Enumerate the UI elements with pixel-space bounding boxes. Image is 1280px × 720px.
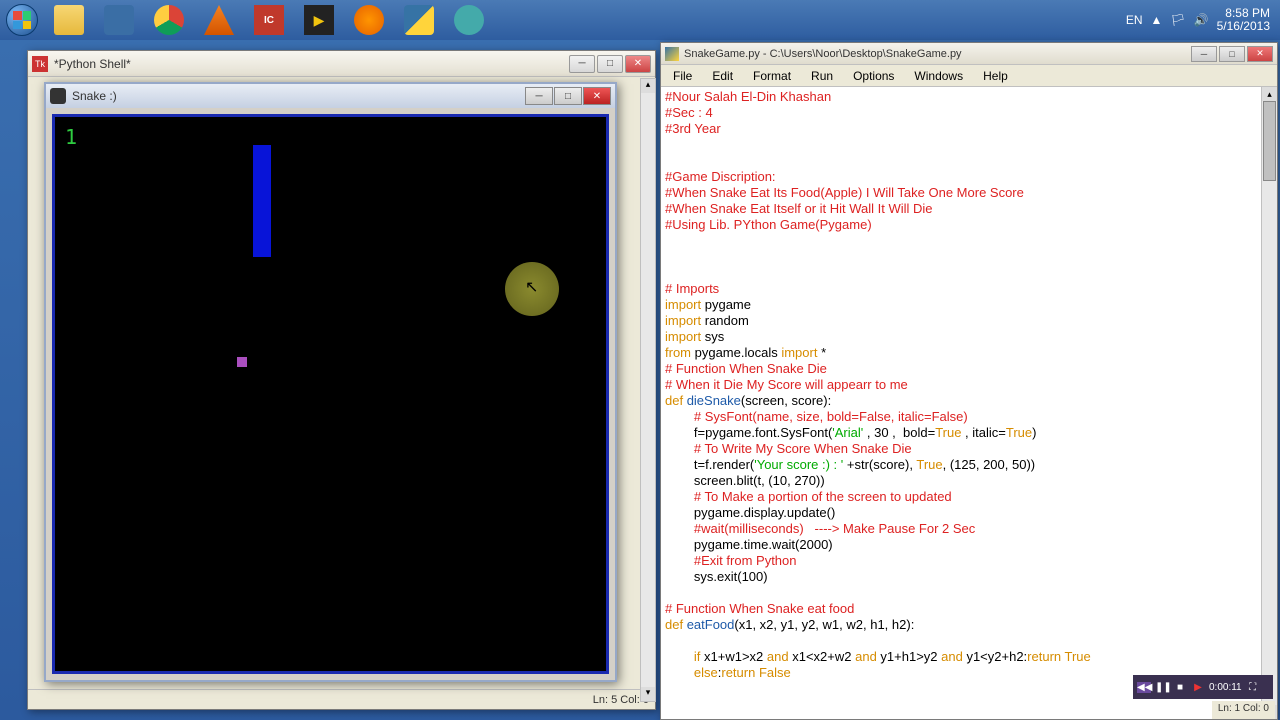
shell-maximize-button[interactable]: □	[597, 55, 623, 73]
media-play-icon[interactable]: ▶	[1191, 682, 1205, 693]
language-indicator[interactable]: EN	[1126, 13, 1143, 27]
idle-col-indicator: Col: 0	[1243, 703, 1269, 714]
media-time: 0:00:11	[1209, 682, 1242, 693]
shell-vertical-scrollbar[interactable]: ▴ ▾	[640, 78, 656, 702]
idle-close-button[interactable]: ✕	[1247, 46, 1273, 62]
taskbar-python-icon[interactable]	[394, 0, 444, 40]
menu-options[interactable]: Options	[845, 67, 902, 85]
taskbar-media-icon[interactable]: ▶	[294, 0, 344, 40]
snake-minimize-button[interactable]: ─	[525, 87, 553, 105]
scroll-up-icon[interactable]: ▴	[641, 79, 655, 93]
windows-orb-icon	[6, 4, 38, 36]
taskbar-app-icon-1[interactable]	[94, 0, 144, 40]
system-tray: EN ▲ 🏳 🔊 8:58 PM 5/16/2013	[1126, 7, 1280, 33]
idle-statusbar: Ln: 1 Col: 0	[1212, 701, 1275, 719]
media-stop-icon[interactable]: ■	[1173, 682, 1187, 693]
tray-date: 5/16/2013	[1217, 20, 1270, 33]
taskbar-chrome-icon[interactable]	[144, 0, 194, 40]
taskbar: IC ▶ EN ▲ 🏳 🔊 8:58 PM 5/16/2013	[0, 0, 1280, 40]
menu-edit[interactable]: Edit	[704, 67, 741, 85]
shell-close-button[interactable]: ✕	[625, 55, 651, 73]
idle-maximize-button[interactable]: □	[1219, 46, 1245, 62]
menu-help[interactable]: Help	[975, 67, 1016, 85]
menu-run[interactable]: Run	[803, 67, 841, 85]
idle-titlebar[interactable]: SnakeGame.py - C:\Users\Noor\Desktop\Sna…	[661, 43, 1277, 65]
snake-body	[253, 145, 271, 257]
taskbar-app-icon-2[interactable]: IC	[244, 0, 294, 40]
tray-flag-icon[interactable]: ▲	[1151, 13, 1163, 27]
code-editor[interactable]: #Nour Salah El-Din Khashan #Sec : 4 #3rd…	[661, 87, 1277, 719]
shell-line-indicator: Ln: 5	[593, 694, 617, 706]
taskbar-vlc-icon[interactable]	[194, 0, 244, 40]
tray-clock[interactable]: 8:58 PM 5/16/2013	[1217, 7, 1270, 33]
taskbar-firefox-icon[interactable]	[344, 0, 394, 40]
tk-icon: Tk	[32, 56, 48, 72]
python-file-icon	[665, 47, 679, 61]
snake-game-window: Snake :) ─ □ ✕ 1	[44, 82, 617, 682]
tray-volume-icon[interactable]: 🔊	[1194, 13, 1209, 27]
media-expand-icon[interactable]: ⛶	[1246, 682, 1260, 693]
shell-minimize-button[interactable]: ─	[569, 55, 595, 73]
idle-vertical-scrollbar[interactable]: ▴ ▾	[1261, 87, 1277, 719]
snake-titlebar[interactable]: Snake :) ─ □ ✕	[46, 84, 615, 108]
menu-file[interactable]: File	[665, 67, 700, 85]
media-pause-icon[interactable]: ❚❚	[1155, 682, 1169, 693]
start-button[interactable]	[0, 0, 44, 40]
idle-menubar: File Edit Format Run Options Windows Hel…	[661, 65, 1277, 87]
snake-food	[237, 357, 247, 367]
idle-title-text: SnakeGame.py - C:\Users\Noor\Desktop\Sna…	[684, 48, 1191, 60]
shell-statusbar: Ln: 5 Col: 0	[28, 689, 655, 709]
media-player-overlay[interactable]: ◀◀ ❚❚ ■ ▶ 0:00:11 ⛶	[1133, 675, 1273, 699]
shell-titlebar[interactable]: Tk *Python Shell* ─ □ ✕	[28, 51, 655, 77]
menu-windows[interactable]: Windows	[906, 67, 971, 85]
snake-title-text: Snake :)	[72, 89, 525, 103]
tray-network-icon[interactable]: 🏳	[1170, 13, 1185, 27]
menu-format[interactable]: Format	[745, 67, 799, 85]
taskbar-app-icon-3[interactable]	[444, 0, 494, 40]
idle-minimize-button[interactable]: ─	[1191, 46, 1217, 62]
scroll-up-icon[interactable]: ▴	[1262, 87, 1277, 101]
snake-close-button[interactable]: ✕	[583, 87, 611, 105]
snake-game-canvas[interactable]: 1	[52, 114, 609, 674]
scroll-thumb[interactable]	[1263, 101, 1276, 181]
pygame-icon	[50, 88, 66, 104]
idle-editor-window: SnakeGame.py - C:\Users\Noor\Desktop\Sna…	[660, 42, 1278, 720]
snake-maximize-button[interactable]: □	[554, 87, 582, 105]
scroll-down-icon[interactable]: ▾	[641, 687, 655, 701]
taskbar-explorer-icon[interactable]	[44, 0, 94, 40]
snake-score: 1	[65, 125, 77, 149]
media-prev-icon[interactable]: ◀◀	[1137, 682, 1151, 693]
idle-line-indicator: Ln: 1	[1218, 703, 1240, 714]
shell-title: *Python Shell*	[54, 57, 569, 71]
